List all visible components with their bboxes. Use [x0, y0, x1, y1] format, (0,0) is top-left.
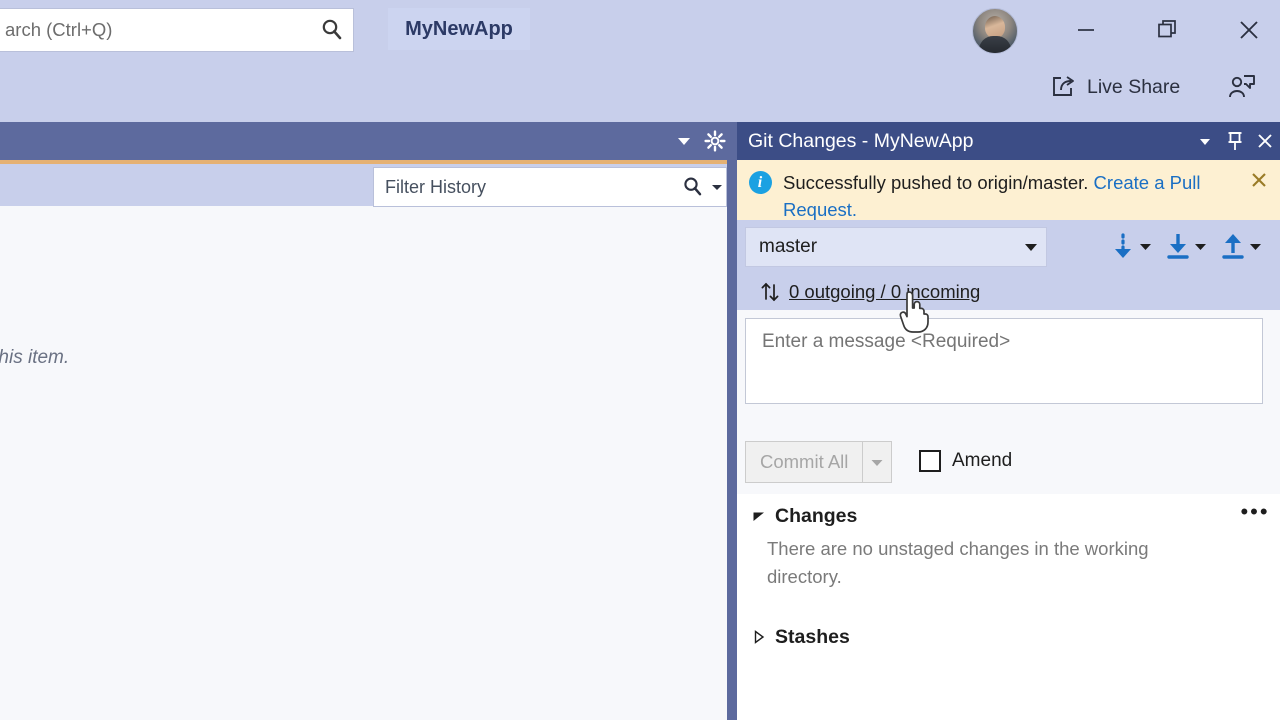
commit-actions-row: Commit All Amend: [737, 430, 1280, 494]
branch-toolbar: master: [737, 220, 1280, 274]
share-icon: [1053, 76, 1074, 96]
minimize-button[interactable]: [1063, 8, 1109, 52]
sync-arrows-icon: [737, 281, 789, 303]
sync-status-link[interactable]: 0 outgoing / 0 incoming: [789, 281, 980, 303]
panel-splitter[interactable]: [727, 122, 737, 720]
notification-message: Successfully pushed to origin/master.: [783, 172, 1089, 193]
stashes-section-header[interactable]: Stashes: [737, 616, 1280, 658]
vs-window: arch (Ctrl+Q) MyNewApp Live Share Filter…: [0, 0, 1280, 720]
chevron-down-icon[interactable]: [1190, 122, 1220, 160]
close-icon[interactable]: [1250, 122, 1280, 160]
restore-icon: [1158, 20, 1176, 38]
history-empty-text: ory for this item.: [0, 347, 70, 368]
triangle-right-icon[interactable]: [737, 630, 775, 644]
commit-message-area: Enter a message <Required>: [737, 310, 1280, 430]
changes-section-title: Changes: [775, 504, 858, 527]
chevron-down-icon[interactable]: [668, 122, 700, 160]
push-notification: i Successfully pushed to origin/master. …: [737, 160, 1280, 220]
search-icon[interactable]: [311, 17, 353, 43]
git-changes-header: Git Changes - MyNewApp: [737, 122, 1280, 160]
stashes-section-title: Stashes: [775, 625, 850, 648]
close-icon: [1252, 173, 1266, 187]
chevron-down-icon[interactable]: [1194, 240, 1207, 253]
chevron-down-icon[interactable]: [1016, 239, 1046, 255]
branch-selector[interactable]: master: [745, 227, 1047, 267]
fetch-button[interactable]: [1110, 227, 1152, 265]
commit-all-button[interactable]: Commit All: [745, 441, 893, 483]
git-changes-pane: Git Changes - MyNewApp i Successfully pu…: [737, 122, 1280, 720]
filter-history-input[interactable]: Filter History: [373, 167, 727, 207]
pull-icon: [1167, 234, 1189, 259]
search-input-value: arch (Ctrl+Q): [5, 19, 113, 40]
pull-button[interactable]: [1165, 227, 1207, 265]
info-icon: i: [737, 160, 783, 220]
triangle-down-icon[interactable]: [737, 509, 775, 523]
restore-button[interactable]: [1145, 8, 1191, 52]
notification-text: Successfully pushed to origin/master. Cr…: [783, 160, 1238, 220]
amend-checkbox-wrap[interactable]: Amend: [919, 441, 1012, 481]
filter-history-value: Filter History: [385, 176, 487, 197]
branch-name: master: [759, 236, 818, 257]
close-button[interactable]: [1226, 8, 1272, 52]
feedback-person-icon[interactable]: [1222, 66, 1262, 108]
pin-icon[interactable]: [1220, 122, 1250, 160]
changes-section-header[interactable]: Changes •••: [737, 495, 1280, 537]
search-icon[interactable]: [678, 175, 708, 199]
title-bar: arch (Ctrl+Q) MyNewApp Live Share: [0, 0, 1280, 122]
amend-checkbox[interactable]: [919, 450, 941, 472]
commit-all-label: Commit All: [760, 451, 849, 472]
search-input[interactable]: arch (Ctrl+Q): [0, 8, 354, 52]
chevron-down-icon[interactable]: [708, 180, 726, 194]
sync-status-row: 0 outgoing / 0 incoming: [737, 274, 1280, 310]
chevron-down-icon[interactable]: [1139, 240, 1152, 253]
chevron-down-icon[interactable]: [1249, 240, 1262, 253]
amend-label: Amend: [952, 450, 1013, 471]
commit-all-dropdown[interactable]: [862, 442, 891, 482]
commit-message-placeholder: Enter a message <Required>: [762, 331, 1011, 352]
commit-message-input[interactable]: Enter a message <Required>: [745, 318, 1263, 404]
history-toolbar: [0, 122, 727, 160]
notification-close-button[interactable]: [1238, 160, 1280, 220]
avatar-head: [985, 16, 1005, 38]
push-button[interactable]: [1220, 227, 1262, 265]
avatar-body: [979, 36, 1011, 53]
info-glyph: i: [748, 171, 772, 194]
stashes-section: Stashes: [737, 616, 1280, 720]
push-icon: [1222, 234, 1244, 259]
fetch-icon: [1115, 233, 1131, 258]
close-icon: [1240, 21, 1258, 39]
avatar[interactable]: [972, 8, 1018, 54]
git-changes-title: Git Changes - MyNewApp: [748, 129, 974, 152]
changes-empty-message: There are no unstaged changes in the wor…: [767, 538, 1149, 587]
app-title[interactable]: MyNewApp: [388, 8, 530, 50]
live-share-label: Live Share: [1087, 75, 1181, 98]
minimize-icon: [1078, 29, 1094, 31]
history-panel: Filter History ory for this item.: [0, 122, 727, 720]
ellipsis-icon[interactable]: •••: [1230, 499, 1280, 533]
live-share-button[interactable]: Live Share: [1050, 66, 1180, 108]
changes-section: Changes ••• There are no unstaged change…: [737, 495, 1280, 615]
chevron-down-icon: [871, 460, 883, 466]
